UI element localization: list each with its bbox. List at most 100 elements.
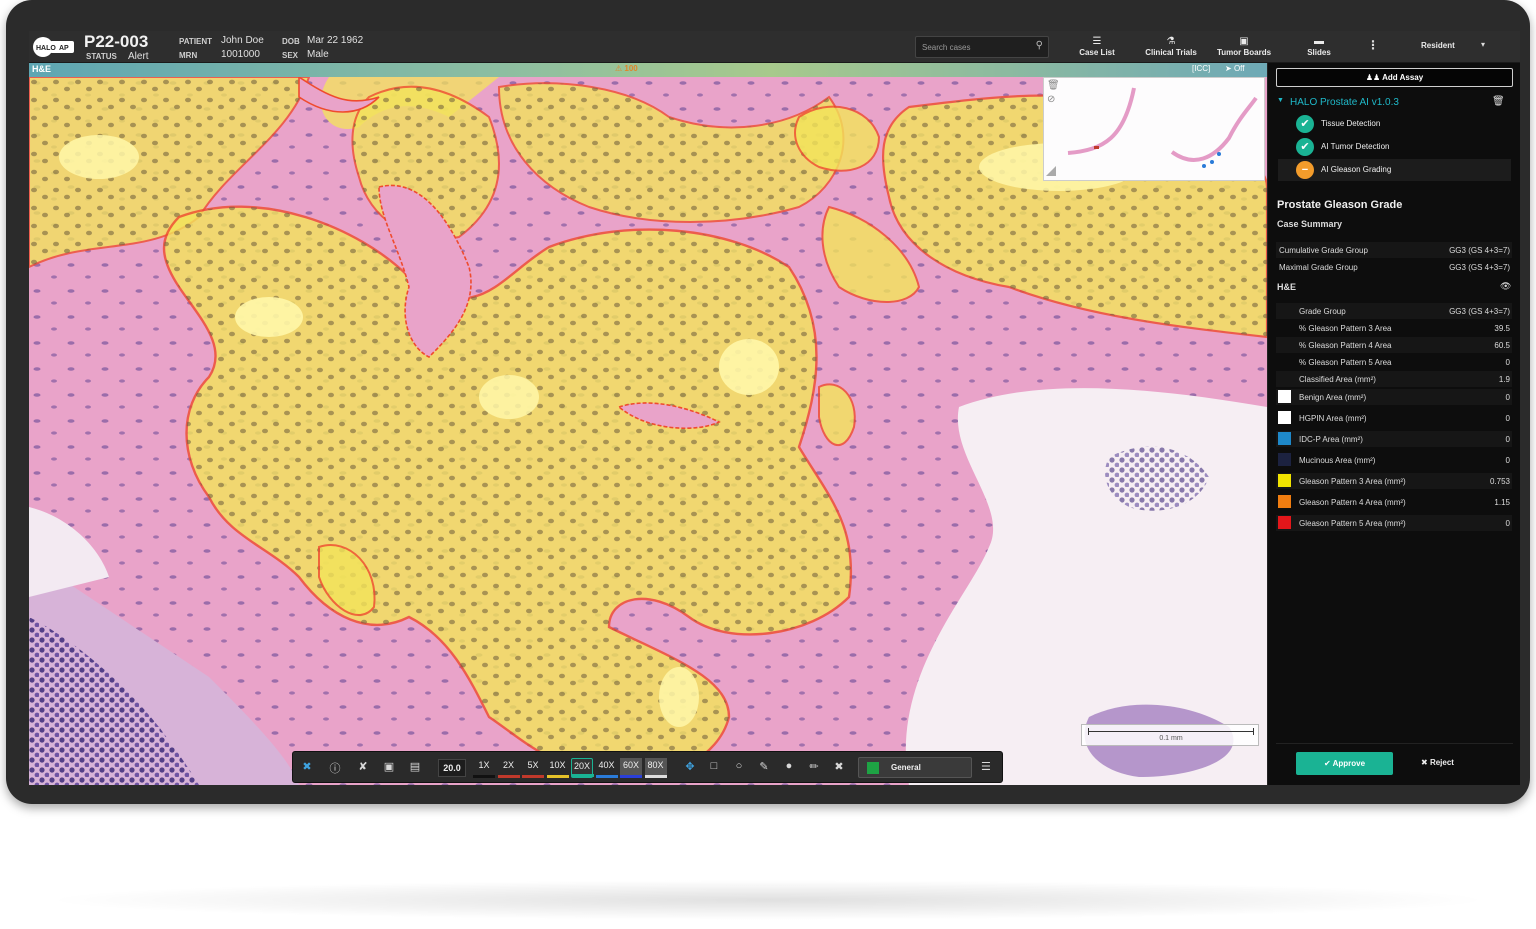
nav-tumor-boards[interactable]: ▣ Tumor Boards [1215,35,1273,61]
metric-value: 60.5 [1494,341,1510,350]
section-title: Prostate Gleason Grade [1277,199,1403,211]
app-screen: HALO AP P22-003 STATUS Alert PATIENT Joh… [29,31,1520,785]
he-metric-row: Classified Area (mm²) 1.9 [1276,371,1512,387]
magnification-color-bar [572,774,594,777]
magnification-10x[interactable]: 10X [546,758,569,778]
nav-clinical-trials[interactable]: ⚗ Clinical Trials [1143,35,1199,61]
metric-label: Benign Area (mm²) [1299,393,1367,402]
assay-step[interactable]: ✔ AI Tumor Detection [1278,136,1511,158]
trash-icon[interactable]: 🗑 [1047,80,1060,91]
ellipse-tool-icon[interactable]: ○ [731,760,747,772]
keyboard-icon[interactable]: ▤ [407,760,423,773]
class-color-chip[interactable] [1278,495,1291,508]
svg-text:AP: AP [59,45,69,52]
panel-divider [1276,743,1513,744]
pan-icon[interactable]: ✥ [682,760,698,773]
pin-toolbar-icon[interactable]: ✖ [299,760,315,773]
magnification-5x[interactable]: 5X [522,758,544,778]
halo-ap-logo[interactable]: HALO AP [32,36,76,58]
metric-value: 0 [1505,393,1510,402]
metric-label: HGPIN Area (mm²) [1299,414,1367,423]
metric-value: GG3 (GS 4+3=7) [1449,246,1510,255]
reject-button[interactable]: ✖ Reject [1421,758,1454,767]
metric-value: 0 [1505,519,1510,528]
class-color-chip[interactable] [1278,453,1291,466]
metric-label: Gleason Pattern 5 Area (mm²) [1299,519,1406,528]
approve-button[interactable]: ✔ Approve [1296,752,1393,775]
slide-viewer[interactable]: H&E ⚠ 100 [ICC] ➤ Off 🗑 ⊘ 0.1 mm ✖ ⓘ ✘ ▣… [29,63,1267,785]
magnification-color-bar [595,775,618,778]
class-color-chip[interactable] [1278,390,1291,403]
visibility-off-icon[interactable]: ⊘ [1047,94,1055,105]
metric-label: Mucinous Area (mm²) [1299,456,1376,465]
viewer-toolbar: ✖ ⓘ ✘ ▣ ▤ 20.0 1X 2X 5X 10X 20X 40X 60X 80X ✥ □… [292,751,1003,783]
magnification-1x[interactable]: 1X [473,758,495,778]
list-icon: ☰ [1092,36,1102,47]
class-color-chip[interactable] [1278,411,1291,424]
metric-label: Classified Area (mm²) [1299,375,1376,384]
help-icon[interactable]: ⓘ [327,760,343,776]
class-color-chip[interactable] [1278,432,1291,445]
magnification-color-bar [497,775,520,778]
metric-value: 0 [1505,358,1510,367]
dob-value: Mar 22 1962 [307,35,364,46]
search-icon[interactable]: ⚲ [1036,40,1043,51]
trash-icon[interactable]: 🗑 [1492,96,1505,107]
magnification-20x[interactable]: 20X [571,758,594,778]
magnification-60x[interactable]: 60X [620,758,642,778]
case-id: P22-003 [84,32,149,51]
pen-tool-icon[interactable]: ✎ [756,760,772,773]
assay-step[interactable]: − AI Gleason Grading [1278,159,1511,181]
scale-line [1088,731,1254,732]
delete-tool-icon[interactable]: ✖ [831,760,847,773]
metric-label: % Gleason Pattern 3 Area [1299,324,1392,333]
class-area-row: Gleason Pattern 3 Area (mm²) 0.753 [1276,473,1512,489]
chevron-down-icon[interactable]: ▾ [1481,40,1485,49]
assay-title[interactable]: HALO Prostate AI v1.0.3 [1290,97,1399,108]
search-input[interactable] [922,40,1026,55]
magnification-label: 20X [573,761,590,771]
hide-annotations-icon[interactable]: ✘ [355,760,371,773]
search-box: ⚲ [915,36,1049,58]
warning-badge[interactable]: ⚠ 100 [615,64,638,73]
class-color-chip[interactable] [1278,474,1291,487]
ruler-tool-icon[interactable]: ✏ [806,760,822,773]
magnification-label: 60X [622,760,639,770]
slide-minimap[interactable]: 🗑 ⊘ [1043,77,1265,181]
assay-step[interactable]: ✔ Tissue Detection [1278,113,1511,135]
nav-slides[interactable]: ▬ Slides [1299,35,1339,61]
tissue-image[interactable] [29,77,1267,785]
scale-bar: 0.1 mm [1081,724,1259,746]
magnification-40x[interactable]: 40X [595,758,618,778]
magnification-80x[interactable]: 80X [644,758,667,778]
nav-case-list[interactable]: ☰ Case List [1075,35,1119,61]
layer-selector[interactable]: General [858,757,972,778]
monitor-bezel: HALO AP P22-003 STATUS Alert PATIENT Joh… [6,0,1530,804]
class-color-chip[interactable] [1278,516,1291,529]
annotation-toggle[interactable]: ➤ Off [1225,64,1244,73]
magnification-color-bar [522,775,544,778]
metric-value: 1.9 [1498,375,1510,384]
metric-value: 0.753 [1489,477,1510,486]
metric-value: GG3 (GS 4+3=7) [1449,307,1510,316]
point-tool-icon[interactable]: ● [781,760,797,772]
metric-label: % Gleason Pattern 5 Area [1299,358,1392,367]
camera-icon[interactable]: ▣ [381,760,397,773]
settings-menu-icon[interactable]: ☰ [981,760,991,773]
status-value: Alert [128,51,149,62]
magnification-label: 1X [478,760,490,770]
zoom-level[interactable]: 20.0 [438,759,466,777]
eye-icon[interactable]: 👁 [1500,281,1511,292]
rectangle-tool-icon[interactable]: □ [706,760,722,772]
collapse-icon[interactable]: ▼ [1277,97,1284,104]
more-menu-icon[interactable]: ⋮ [1367,38,1379,52]
add-assay-button[interactable]: ♟♟ Add Assay [1276,68,1513,87]
user-menu[interactable]: Resident [1421,41,1455,50]
magnification-color-bar [473,775,495,778]
pin-icon: ➤ [1225,64,1234,73]
icc-toggle[interactable]: [ICC] [1192,64,1210,73]
analysis-panel: ♟♟ Add Assay ▼ HALO Prostate AI v1.0.3 🗑… [1267,63,1520,785]
magnification-2x[interactable]: 2X [497,758,520,778]
nav-case-list-label: Case List [1079,48,1115,57]
metric-label: Gleason Pattern 4 Area (mm²) [1299,498,1406,507]
